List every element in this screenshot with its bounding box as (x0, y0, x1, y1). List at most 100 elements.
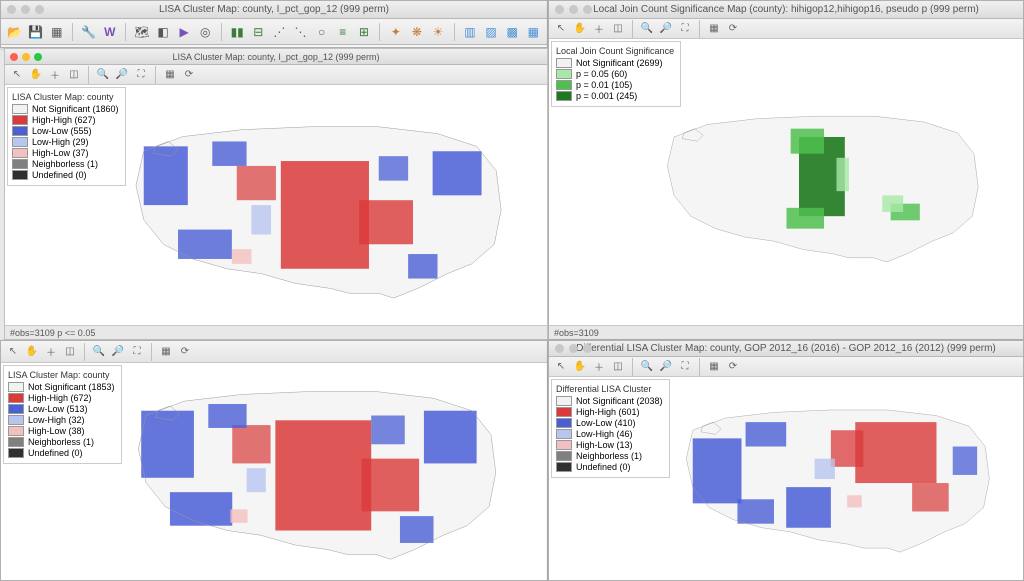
cluster1-icon[interactable]: ✦ (388, 23, 403, 41)
play-icon[interactable]: ▶ (177, 23, 192, 41)
scatter2-icon[interactable]: ⋱ (293, 23, 308, 41)
plus-icon[interactable]: ＋ (592, 22, 606, 36)
map-bl[interactable]: LISA Cluster Map: county Not Significant… (1, 363, 547, 580)
legend-row[interactable]: Neighborless (1) (8, 437, 115, 447)
refresh-icon[interactable]: ⟳ (182, 68, 196, 82)
zoom-in-icon[interactable]: 🔍 (640, 22, 654, 36)
map-tl[interactable]: LISA Cluster Map: county Not Significant… (5, 85, 547, 325)
legend-row[interactable]: Low-Low (410) (556, 418, 663, 428)
zoom-out-icon[interactable]: 🔎 (111, 345, 125, 359)
layers-icon[interactable]: ◧ (155, 23, 170, 41)
hand-icon[interactable]: ✋ (573, 360, 587, 374)
legend-row[interactable]: Undefined (0) (556, 462, 663, 472)
target-icon[interactable]: ◎ (198, 23, 213, 41)
status-tl: #obs=3109 p <= 0.05 (5, 325, 547, 339)
legend-row[interactable]: Not Significant (1853) (8, 382, 115, 392)
legend-row[interactable]: Undefined (0) (8, 448, 115, 458)
table-icon[interactable]: ▦ (49, 23, 64, 41)
titlebar-tl[interactable]: LISA Cluster Map: county, I_pct_gop_12 (… (5, 49, 547, 65)
zoom-in-icon[interactable]: 🔍 (96, 68, 110, 82)
map-icon[interactable]: 🗺 (134, 23, 149, 41)
refresh-icon[interactable]: ⟳ (178, 345, 192, 359)
sa3-icon[interactable]: ▩ (505, 23, 520, 41)
legend-row[interactable]: High-High (627) (12, 115, 119, 125)
legend-row[interactable]: High-High (672) (8, 393, 115, 403)
legend-row[interactable]: High-Low (37) (12, 148, 119, 158)
zoom-out-icon[interactable]: 🔎 (659, 360, 673, 374)
scatter-icon[interactable]: ⋰ (272, 23, 287, 41)
plus-icon[interactable]: ＋ (592, 360, 606, 374)
settings-icon[interactable]: ▦ (707, 360, 721, 374)
main-titlebar[interactable]: LISA Cluster Map: county, I_pct_gop_12 (… (1, 1, 547, 19)
sa1-icon[interactable]: ▥ (462, 23, 477, 41)
extent-icon[interactable]: ⛶ (134, 68, 148, 82)
hist-icon[interactable]: ▮▮ (230, 23, 245, 41)
open-icon[interactable]: 📂 (7, 23, 22, 41)
hand-icon[interactable]: ✋ (29, 68, 43, 82)
extent-icon[interactable]: ⛶ (678, 360, 692, 374)
legend-row[interactable]: High-High (601) (556, 407, 663, 417)
legend-row[interactable]: Undefined (0) (12, 170, 119, 180)
legend-row[interactable]: High-Low (13) (556, 440, 663, 450)
cube-icon[interactable]: ◫ (611, 22, 625, 36)
pointer-icon[interactable]: ↖ (10, 68, 24, 82)
cluster2-icon[interactable]: ❋ (409, 23, 424, 41)
pointer-icon[interactable]: ↖ (554, 360, 568, 374)
plus-icon[interactable]: ＋ (48, 68, 62, 82)
box-icon[interactable]: ⊟ (251, 23, 266, 41)
cube-icon[interactable]: ◫ (63, 345, 77, 359)
extent-icon[interactable]: ⛶ (130, 345, 144, 359)
zoom-out-icon[interactable]: 🔎 (115, 68, 129, 82)
legend-row[interactable]: p = 0.05 (60) (556, 69, 674, 79)
legend-label: Undefined (0) (28, 448, 83, 458)
legend-row[interactable]: Not Significant (2699) (556, 58, 674, 68)
save-icon[interactable]: 💾 (28, 23, 43, 41)
legend-row[interactable]: Not Significant (1860) (12, 104, 119, 114)
bubble-icon[interactable]: ○ (314, 23, 329, 41)
plus-icon[interactable]: ＋ (44, 345, 58, 359)
cond-icon[interactable]: ⊞ (356, 23, 371, 41)
tools-icon[interactable]: 🔧 (81, 23, 96, 41)
zoom-in-icon[interactable]: 🔍 (640, 360, 654, 374)
pcp-icon[interactable]: ≡ (335, 23, 350, 41)
titlebar-br[interactable]: Differential LISA Cluster Map: county, G… (549, 341, 1023, 357)
zoom-in-icon[interactable]: 🔍 (92, 345, 106, 359)
map-tr[interactable]: Local Join Count Significance Not Signif… (549, 39, 1023, 325)
sa4-icon[interactable]: ▦ (526, 23, 541, 41)
zoom-out-icon[interactable]: 🔎 (659, 22, 673, 36)
legend-label: Low-High (46) (576, 429, 633, 439)
legend-row[interactable]: Low-Low (513) (8, 404, 115, 414)
settings-icon[interactable]: ▦ (163, 68, 177, 82)
legend-swatch (12, 104, 28, 114)
refresh-icon[interactable]: ⟳ (726, 360, 740, 374)
legend-row[interactable]: Neighborless (1) (12, 159, 119, 169)
legend-row[interactable]: Not Significant (2038) (556, 396, 663, 406)
pointer-icon[interactable]: ↖ (6, 345, 20, 359)
titlebar-tr[interactable]: Local Join Count Significance Map (count… (549, 1, 1023, 19)
hand-icon[interactable]: ✋ (573, 22, 587, 36)
map-br[interactable]: Differential LISA Cluster Not Significan… (549, 377, 1023, 580)
legend-row[interactable]: p = 0.01 (105) (556, 80, 674, 90)
cube-icon[interactable]: ◫ (67, 68, 81, 82)
legend-row[interactable]: Low-High (29) (12, 137, 119, 147)
legend-label: High-High (672) (28, 393, 92, 403)
pointer-icon[interactable]: ↖ (554, 22, 568, 36)
legend-swatch (8, 426, 24, 436)
sa2-icon[interactable]: ▨ (484, 23, 499, 41)
legend-row[interactable]: p = 0.001 (245) (556, 91, 674, 101)
legend-row[interactable]: Low-High (46) (556, 429, 663, 439)
cluster3-icon[interactable]: ☀ (430, 23, 445, 41)
cube-icon[interactable]: ◫ (611, 360, 625, 374)
title-br: Differential LISA Cluster Map: county, G… (555, 343, 1017, 354)
weights-icon[interactable]: W (102, 23, 117, 41)
refresh-icon[interactable]: ⟳ (726, 22, 740, 36)
hand-icon[interactable]: ✋ (25, 345, 39, 359)
legend-row[interactable]: Neighborless (1) (556, 451, 663, 461)
legend-swatch (556, 440, 572, 450)
extent-icon[interactable]: ⛶ (678, 22, 692, 36)
legend-row[interactable]: Low-High (32) (8, 415, 115, 425)
settings-icon[interactable]: ▦ (159, 345, 173, 359)
settings-icon[interactable]: ▦ (707, 22, 721, 36)
legend-row[interactable]: Low-Low (555) (12, 126, 119, 136)
legend-row[interactable]: High-Low (38) (8, 426, 115, 436)
